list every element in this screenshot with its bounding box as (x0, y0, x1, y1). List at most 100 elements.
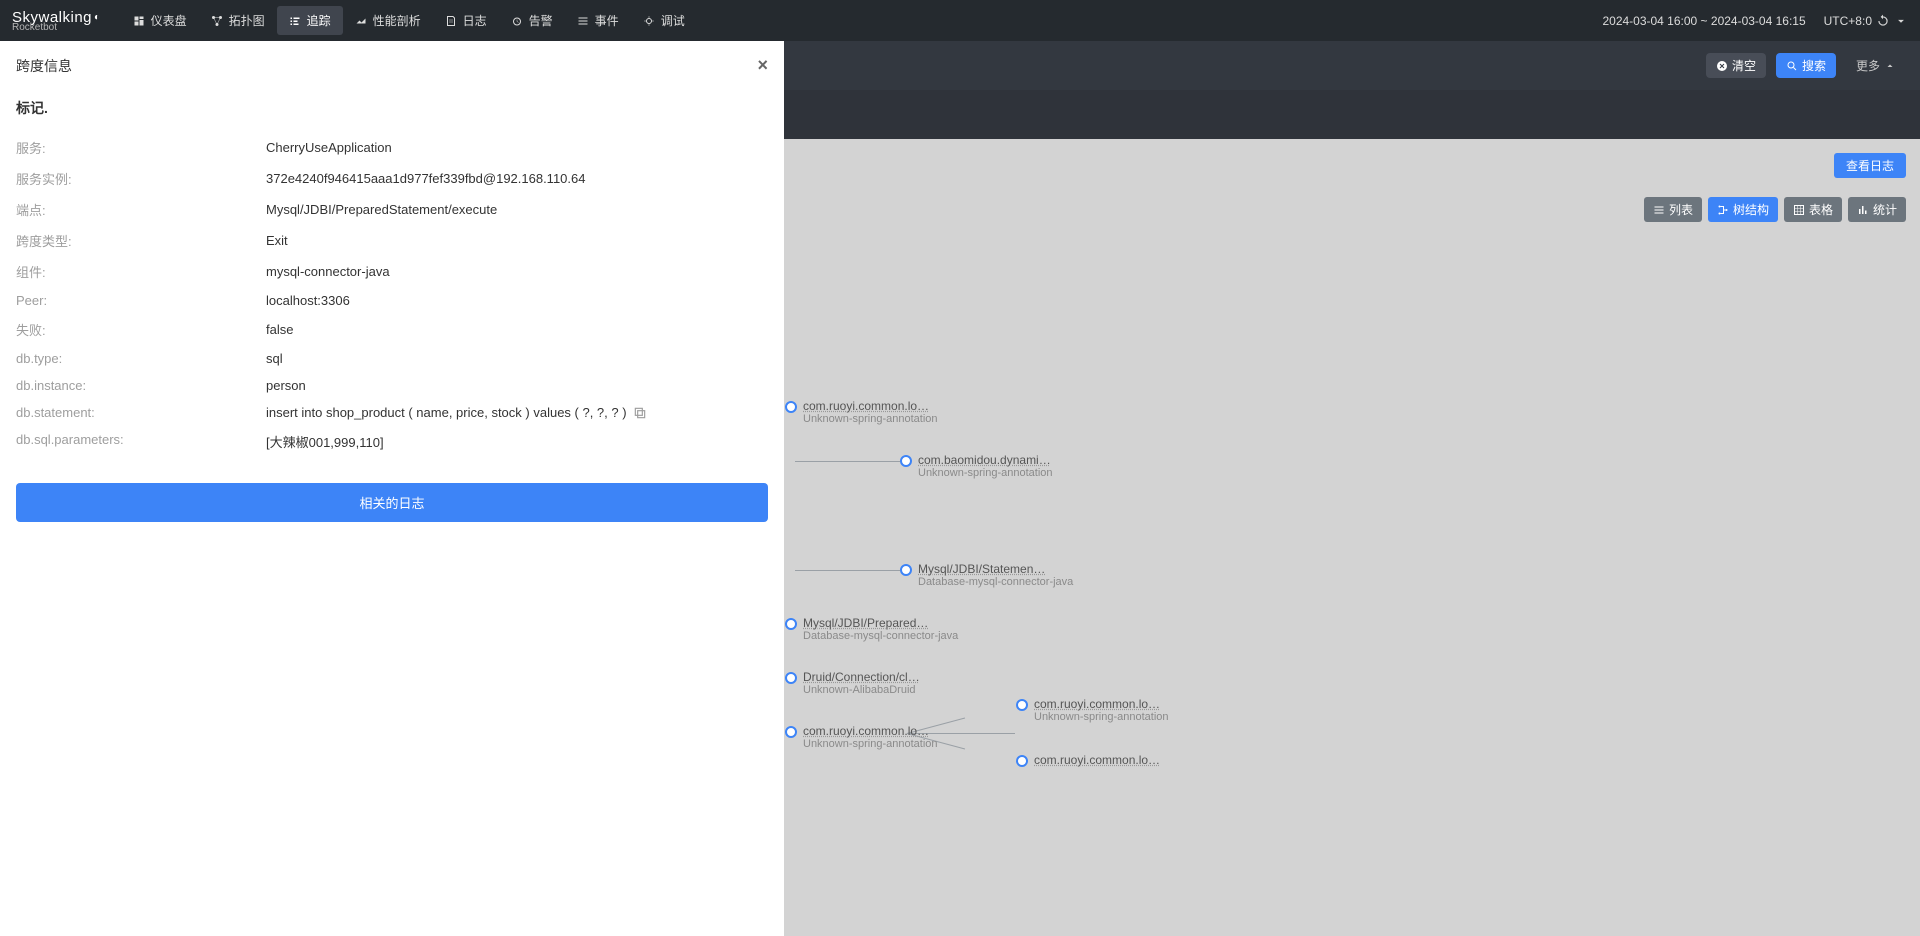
nav-item-label: 性能剖析 (373, 12, 421, 29)
nav-item-event[interactable]: 事件 (565, 6, 631, 35)
chevron-up-icon (1884, 60, 1896, 72)
trace-node[interactable]: com.ruoyi.common.lo…Unknown-spring-annot… (785, 724, 938, 750)
event-icon (577, 15, 589, 27)
logo-sub: Rocketbot (12, 22, 101, 33)
kv-key: 服务: (16, 138, 266, 157)
kv-key: 服务实例: (16, 169, 266, 188)
topbar-right: 2024-03-04 16:00 ~ 2024-03-04 16:15 UTC+… (1602, 14, 1908, 28)
more-button[interactable]: 更多 (1846, 53, 1906, 78)
kv-key: db.sql.parameters: (16, 432, 266, 451)
kv-row: 跨度类型:Exit (16, 225, 768, 256)
kv-row: db.type:sql (16, 345, 768, 372)
node-dot-icon (785, 672, 797, 684)
topology-icon (211, 15, 223, 27)
kv-value: [大辣椒001,999,110] (266, 432, 384, 451)
log-icon (445, 15, 457, 27)
trace-node[interactable]: Mysql/JDBI/Statemen…Database-mysql-conne… (900, 562, 1073, 588)
node-dot-icon (785, 401, 797, 413)
trace-node[interactable]: com.ruoyi.common.lo… (1016, 753, 1160, 767)
modal-title: 跨度信息 (16, 56, 72, 76)
nav-item-log[interactable]: 日志 (433, 6, 499, 35)
topbar: Skywalking◐ Rocketbot 仪表盘 拓扑图 追踪 性能剖析 日志 告警 事件… (0, 0, 1920, 41)
nav-item-topology[interactable]: 拓扑图 (199, 6, 277, 35)
node-dot-icon (900, 455, 912, 467)
kv-value: Exit (266, 231, 288, 250)
kv-row: 服务:CherryUseApplication (16, 132, 768, 163)
node-dot-icon (1016, 755, 1028, 767)
trace-node[interactable]: Druid/Connection/cl…Unknown-AlibabaDruid (785, 670, 920, 696)
node-title: Druid/Connection/cl… (803, 670, 920, 684)
trace-node[interactable]: com.ruoyi.common.lo…Unknown-spring-annot… (785, 399, 938, 425)
node-title: com.ruoyi.common.lo… (1034, 753, 1160, 767)
trace-node[interactable]: com.baomidou.dynami…Unknown-spring-annot… (900, 453, 1053, 479)
search-button[interactable]: 搜索 (1776, 53, 1836, 78)
kv-row: db.instance:person (16, 372, 768, 399)
kv-value: Mysql/JDBI/PreparedStatement/execute (266, 200, 497, 219)
timezone[interactable]: UTC+8:0 (1824, 14, 1908, 28)
related-logs-button[interactable]: 相关的日志 (16, 483, 768, 522)
node-title: Mysql/JDBI/Statemen… (918, 562, 1073, 576)
node-subtitle: Unknown-spring-annotation (1034, 711, 1169, 723)
node-subtitle: Database-mysql-connector-java (803, 630, 958, 642)
node-subtitle: Unknown-spring-annotation (918, 467, 1053, 479)
nav-item-label: 追踪 (307, 12, 331, 29)
nav-items: 仪表盘 拓扑图 追踪 性能剖析 日志 告警 事件 调试 (121, 6, 697, 35)
kv-value: person (266, 378, 306, 393)
kv-key: 跨度类型: (16, 231, 266, 250)
nav-item-alarm[interactable]: 告警 (499, 6, 565, 35)
span-info-modal: 跨度信息 × 标记. 服务:CherryUseApplication服务实例:3… (0, 41, 784, 936)
node-dot-icon (1016, 699, 1028, 711)
nav-item-dashboard[interactable]: 仪表盘 (121, 6, 199, 35)
trace-node[interactable]: Mysql/JDBI/Prepared…Database-mysql-conne… (785, 616, 958, 642)
refresh-icon[interactable] (1876, 14, 1890, 28)
nav-item-profile[interactable]: 性能剖析 (343, 6, 433, 35)
node-title: Mysql/JDBI/Prepared… (803, 616, 958, 630)
nav-item-label: 拓扑图 (229, 12, 265, 29)
modal-close-button[interactable]: × (757, 55, 768, 76)
dashboard-icon (133, 15, 145, 27)
logo: Skywalking◐ Rocketbot (12, 9, 101, 33)
copy-icon[interactable] (633, 406, 647, 420)
kv-key: db.type: (16, 351, 266, 366)
kv-value: false (266, 320, 293, 339)
kv-key: 组件: (16, 262, 266, 281)
nav-item-label: 调试 (661, 12, 685, 29)
debug-icon (643, 15, 655, 27)
kv-row: 端点:Mysql/JDBI/PreparedStatement/execute (16, 194, 768, 225)
kv-row: 组件:mysql-connector-java (16, 256, 768, 287)
kv-value: CherryUseApplication (266, 138, 392, 157)
nav-item-trace[interactable]: 追踪 (277, 6, 343, 35)
nav-item-label: 日志 (463, 12, 487, 29)
chevron-down-icon[interactable] (1894, 14, 1908, 28)
profile-icon (355, 15, 367, 27)
nav-item-label: 事件 (595, 12, 619, 29)
kv-key: db.statement: (16, 405, 266, 420)
node-subtitle: Unknown-spring-annotation (803, 413, 938, 425)
node-title: com.ruoyi.common.lo… (1034, 697, 1169, 711)
nav-item-label: 告警 (529, 12, 553, 29)
kv-value: mysql-connector-java (266, 262, 390, 281)
kv-key: db.instance: (16, 378, 266, 393)
modal-kv-list: 服务:CherryUseApplication服务实例:372e4240f946… (16, 132, 768, 457)
time-range[interactable]: 2024-03-04 16:00 ~ 2024-03-04 16:15 (1602, 14, 1805, 28)
kv-key: Peer: (16, 293, 266, 308)
kv-value: localhost:3306 (266, 293, 350, 308)
node-dot-icon (785, 618, 797, 630)
kv-row: db.statement:insert into shop_product ( … (16, 399, 768, 426)
clear-button[interactable]: 清空 (1706, 53, 1766, 78)
kv-value: insert into shop_product ( name, price, … (266, 405, 647, 420)
node-dot-icon (785, 726, 797, 738)
nav-item-debug[interactable]: 调试 (631, 6, 697, 35)
kv-value: sql (266, 351, 283, 366)
node-subtitle: Unknown-AlibabaDruid (803, 684, 920, 696)
node-title: com.baomidou.dynami… (918, 453, 1053, 467)
modal-section-label: 标记. (16, 98, 768, 118)
close-circle-icon (1716, 60, 1728, 72)
kv-row: Peer:localhost:3306 (16, 287, 768, 314)
alarm-icon (511, 15, 523, 27)
trace-node[interactable]: com.ruoyi.common.lo…Unknown-spring-annot… (1016, 697, 1169, 723)
node-subtitle: Database-mysql-connector-java (918, 576, 1073, 588)
node-title: com.ruoyi.common.lo… (803, 724, 938, 738)
node-dot-icon (900, 564, 912, 576)
search-icon (1786, 60, 1798, 72)
